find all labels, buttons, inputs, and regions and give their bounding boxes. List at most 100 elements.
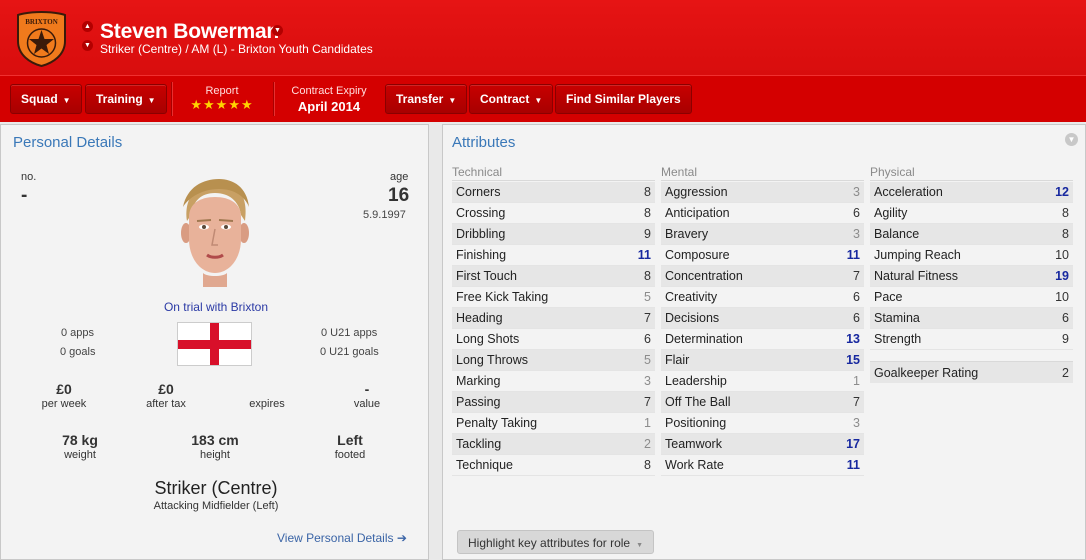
- attribute-row[interactable]: Pace 10: [870, 287, 1073, 308]
- contract-expiry-value: April 2014: [297, 99, 361, 114]
- attribute-name: Jumping Reach: [874, 248, 961, 262]
- attribute-row[interactable]: Aggression 3: [661, 182, 864, 203]
- attribute-name: Corners: [456, 185, 501, 199]
- attribute-name: Agility: [874, 206, 908, 220]
- attribute-name: Acceleration: [874, 185, 943, 199]
- attribute-row[interactable]: Crossing 8: [452, 203, 655, 224]
- attribute-row[interactable]: Jumping Reach 10: [870, 245, 1073, 266]
- find-similar-players-button[interactable]: Find Similar Players: [555, 84, 692, 114]
- squad-button[interactable]: Squad ▼: [10, 84, 82, 114]
- attribute-value: 10: [1055, 290, 1069, 304]
- attribute-row[interactable]: Determination 13: [661, 329, 864, 350]
- attribute-row[interactable]: Composure 11: [661, 245, 864, 266]
- attributes-title: Attributes: [452, 134, 516, 151]
- attribute-row[interactable]: Long Shots 6: [452, 329, 655, 350]
- attribute-value: 6: [853, 290, 860, 304]
- attribute-row[interactable]: Strength 9: [870, 329, 1073, 350]
- player-face-image: [181, 179, 249, 287]
- transfer-button-label: Transfer: [396, 92, 444, 106]
- attribute-row[interactable]: Long Throws 5: [452, 350, 655, 371]
- height-value: 183 cm: [191, 432, 239, 448]
- attribute-value: 1: [644, 416, 651, 430]
- attribute-value: 6: [644, 332, 651, 346]
- primary-position: Striker (Centre): [154, 478, 278, 498]
- goalkeeper-rating-row[interactable]: Goalkeeper Rating 2: [870, 361, 1073, 383]
- attribute-row[interactable]: Teamwork 17: [661, 434, 864, 455]
- attribute-row[interactable]: Marking 3: [452, 371, 655, 392]
- attribute-name: Tackling: [456, 437, 502, 451]
- attribute-row[interactable]: Corners 8: [452, 182, 655, 203]
- attribute-value: 7: [853, 395, 860, 409]
- weight-value: 78 kg: [62, 432, 98, 448]
- attribute-row[interactable]: Tackling 2: [452, 434, 655, 455]
- goals-count: 0 goals: [60, 346, 96, 358]
- transfer-button[interactable]: Transfer ▼: [385, 84, 468, 114]
- contract-button-label: Contract: [480, 92, 530, 106]
- view-personal-details-link[interactable]: View Personal Details ➔: [277, 531, 407, 545]
- attribute-row[interactable]: First Touch 8: [452, 266, 655, 287]
- attribute-name: Balance: [874, 227, 920, 241]
- attribute-row[interactable]: Dribbling 9: [452, 224, 655, 245]
- attribute-row[interactable]: Penalty Taking 1: [452, 413, 655, 434]
- attribute-name: Aggression: [665, 185, 728, 199]
- attribute-row[interactable]: Balance 8: [870, 224, 1073, 245]
- attribute-value: 6: [1062, 311, 1069, 325]
- attribute-row[interactable]: Off The Ball 7: [661, 392, 864, 413]
- attribute-row[interactable]: Finishing 11: [452, 245, 655, 266]
- mental-heading: Mental: [661, 165, 864, 181]
- club-badge-icon[interactable]: BRIXTON: [16, 11, 67, 67]
- technical-attributes: Technical Corners 8 Crossing 8 Dribbling 9 Fin…: [452, 165, 655, 476]
- attribute-row[interactable]: Leadership 1: [661, 371, 864, 392]
- attribute-row[interactable]: Creativity 6: [661, 287, 864, 308]
- attribute-row[interactable]: Work Rate 11: [661, 455, 864, 476]
- player-menu-button[interactable]: ▼: [272, 25, 283, 36]
- attribute-row[interactable]: Passing 7: [452, 392, 655, 413]
- date-of-birth: 5.9.1997: [363, 209, 406, 221]
- training-button[interactable]: Training ▼: [85, 84, 167, 114]
- age-label: age: [390, 171, 409, 183]
- england-flag-icon[interactable]: [177, 322, 252, 366]
- attribute-row[interactable]: Decisions 6: [661, 308, 864, 329]
- report-label: Report: [205, 85, 239, 97]
- contract-button[interactable]: Contract ▼: [469, 84, 554, 114]
- attribute-row[interactable]: Positioning 3: [661, 413, 864, 434]
- report-widget[interactable]: Report ★★★★★: [182, 85, 262, 113]
- highlight-key-attributes-button[interactable]: Highlight key attributes for role ▼: [457, 530, 655, 554]
- age-value: 16: [388, 185, 410, 206]
- previous-player-button[interactable]: ▲: [82, 21, 93, 32]
- attribute-row[interactable]: Anticipation 6: [661, 203, 864, 224]
- trial-status[interactable]: On trial with Brixton: [131, 300, 301, 314]
- attribute-value: 6: [853, 206, 860, 220]
- attribute-value: 17: [846, 437, 860, 451]
- physical-heading: Physical: [870, 165, 1073, 181]
- wage-value: £0: [56, 381, 72, 397]
- attribute-row[interactable]: Heading 7: [452, 308, 655, 329]
- attribute-name: Long Throws: [456, 353, 529, 367]
- action-toolbar: Squad ▼ Training ▼ Report ★★★★★ Contract E…: [0, 75, 1086, 122]
- squad-number-label: no.: [21, 171, 37, 183]
- attributes-panel: Attributes ▼ Technical Corners 8 Crossing 8…: [442, 124, 1086, 560]
- attribute-row[interactable]: Agility 8: [870, 203, 1073, 224]
- attribute-row[interactable]: Natural Fitness 19: [870, 266, 1073, 287]
- attribute-row[interactable]: Flair 15: [661, 350, 864, 371]
- attribute-row[interactable]: Stamina 6: [870, 308, 1073, 329]
- chevron-down-icon: ▼: [636, 542, 644, 549]
- chevron-down-icon: ▼: [448, 96, 457, 105]
- attribute-value: 8: [644, 206, 651, 220]
- chevron-down-icon: ▼: [147, 96, 156, 105]
- attribute-name: Long Shots: [456, 332, 520, 346]
- secondary-position: Attacking Midfielder (Left): [153, 500, 279, 512]
- attribute-row[interactable]: Technique 8: [452, 455, 655, 476]
- goalkeeper-rating-value: 2: [1062, 366, 1069, 380]
- attribute-row[interactable]: Bravery 3: [661, 224, 864, 245]
- next-player-button[interactable]: ▼: [82, 40, 93, 51]
- attribute-value: 7: [853, 269, 860, 283]
- attribute-name: Passing: [456, 395, 501, 409]
- attribute-row[interactable]: Acceleration 12: [870, 182, 1073, 203]
- contract-expiry-label: Contract Expiry: [291, 85, 367, 97]
- expires-label: expires: [249, 398, 285, 410]
- attribute-row[interactable]: Free Kick Taking 5: [452, 287, 655, 308]
- preferred-foot-label: footed: [334, 449, 366, 461]
- attribute-row[interactable]: Concentration 7: [661, 266, 864, 287]
- collapse-icon[interactable]: ▼: [1065, 133, 1078, 146]
